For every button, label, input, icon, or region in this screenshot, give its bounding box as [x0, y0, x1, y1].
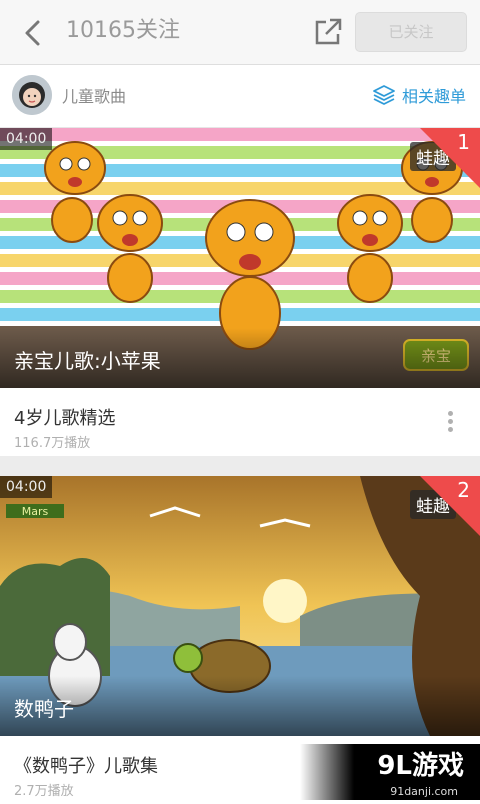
video-thumbnail[interactable]: 亲宝 04:00 蛙趣 1 亲宝儿歌:小苹果: [0, 128, 480, 388]
rank-badge: [420, 476, 480, 536]
rank-badge: [420, 128, 480, 188]
avatar[interactable]: [12, 75, 52, 115]
duration-label: 04:00: [0, 128, 53, 150]
thumbnail-logo: Mars: [22, 505, 49, 518]
site-logo: 9L游戏: [377, 751, 464, 781]
top-bar: 10165关注 已关注: [0, 0, 480, 65]
page-title: 10165关注: [66, 18, 180, 43]
followed-button[interactable]: 已关注: [355, 12, 467, 52]
rank-number: 2: [457, 478, 470, 502]
video-caption: 亲宝儿歌:小苹果: [14, 349, 161, 373]
channel-row: 儿童歌曲 相关趣单: [0, 65, 480, 128]
video-title[interactable]: 《数鸭子》儿歌集: [14, 752, 158, 778]
video-caption: 数鸭子: [14, 697, 74, 721]
duration-label: 04:00: [0, 476, 53, 498]
back-arrow-icon[interactable]: [18, 18, 48, 48]
site-watermark: 9L游戏 91danji.com: [300, 744, 480, 800]
rank-number: 1: [457, 130, 470, 154]
site-url: 91danji.com: [390, 785, 458, 798]
channel-name[interactable]: 儿童歌曲: [62, 83, 126, 107]
share-icon[interactable]: [312, 16, 344, 48]
related-lists-label: 相关趣单: [401, 87, 466, 106]
video-title[interactable]: 4岁儿歌精选: [14, 404, 115, 430]
video-thumbnail[interactable]: Mars 04:00 蛙趣 2 数鸭子: [0, 476, 480, 736]
play-count: 2.7万播放: [14, 784, 74, 799]
related-lists-link[interactable]: 相关趣单: [372, 79, 466, 111]
play-count: 116.7万播放: [14, 436, 91, 451]
layers-icon: [373, 85, 395, 105]
video-card: 亲宝 04:00 蛙趣 1 亲宝儿歌:小苹果 4岁儿歌精选 116.7万播放: [0, 128, 480, 456]
more-options-icon[interactable]: [446, 408, 454, 436]
video-meta: 4岁儿歌精选 116.7万播放: [0, 388, 480, 456]
